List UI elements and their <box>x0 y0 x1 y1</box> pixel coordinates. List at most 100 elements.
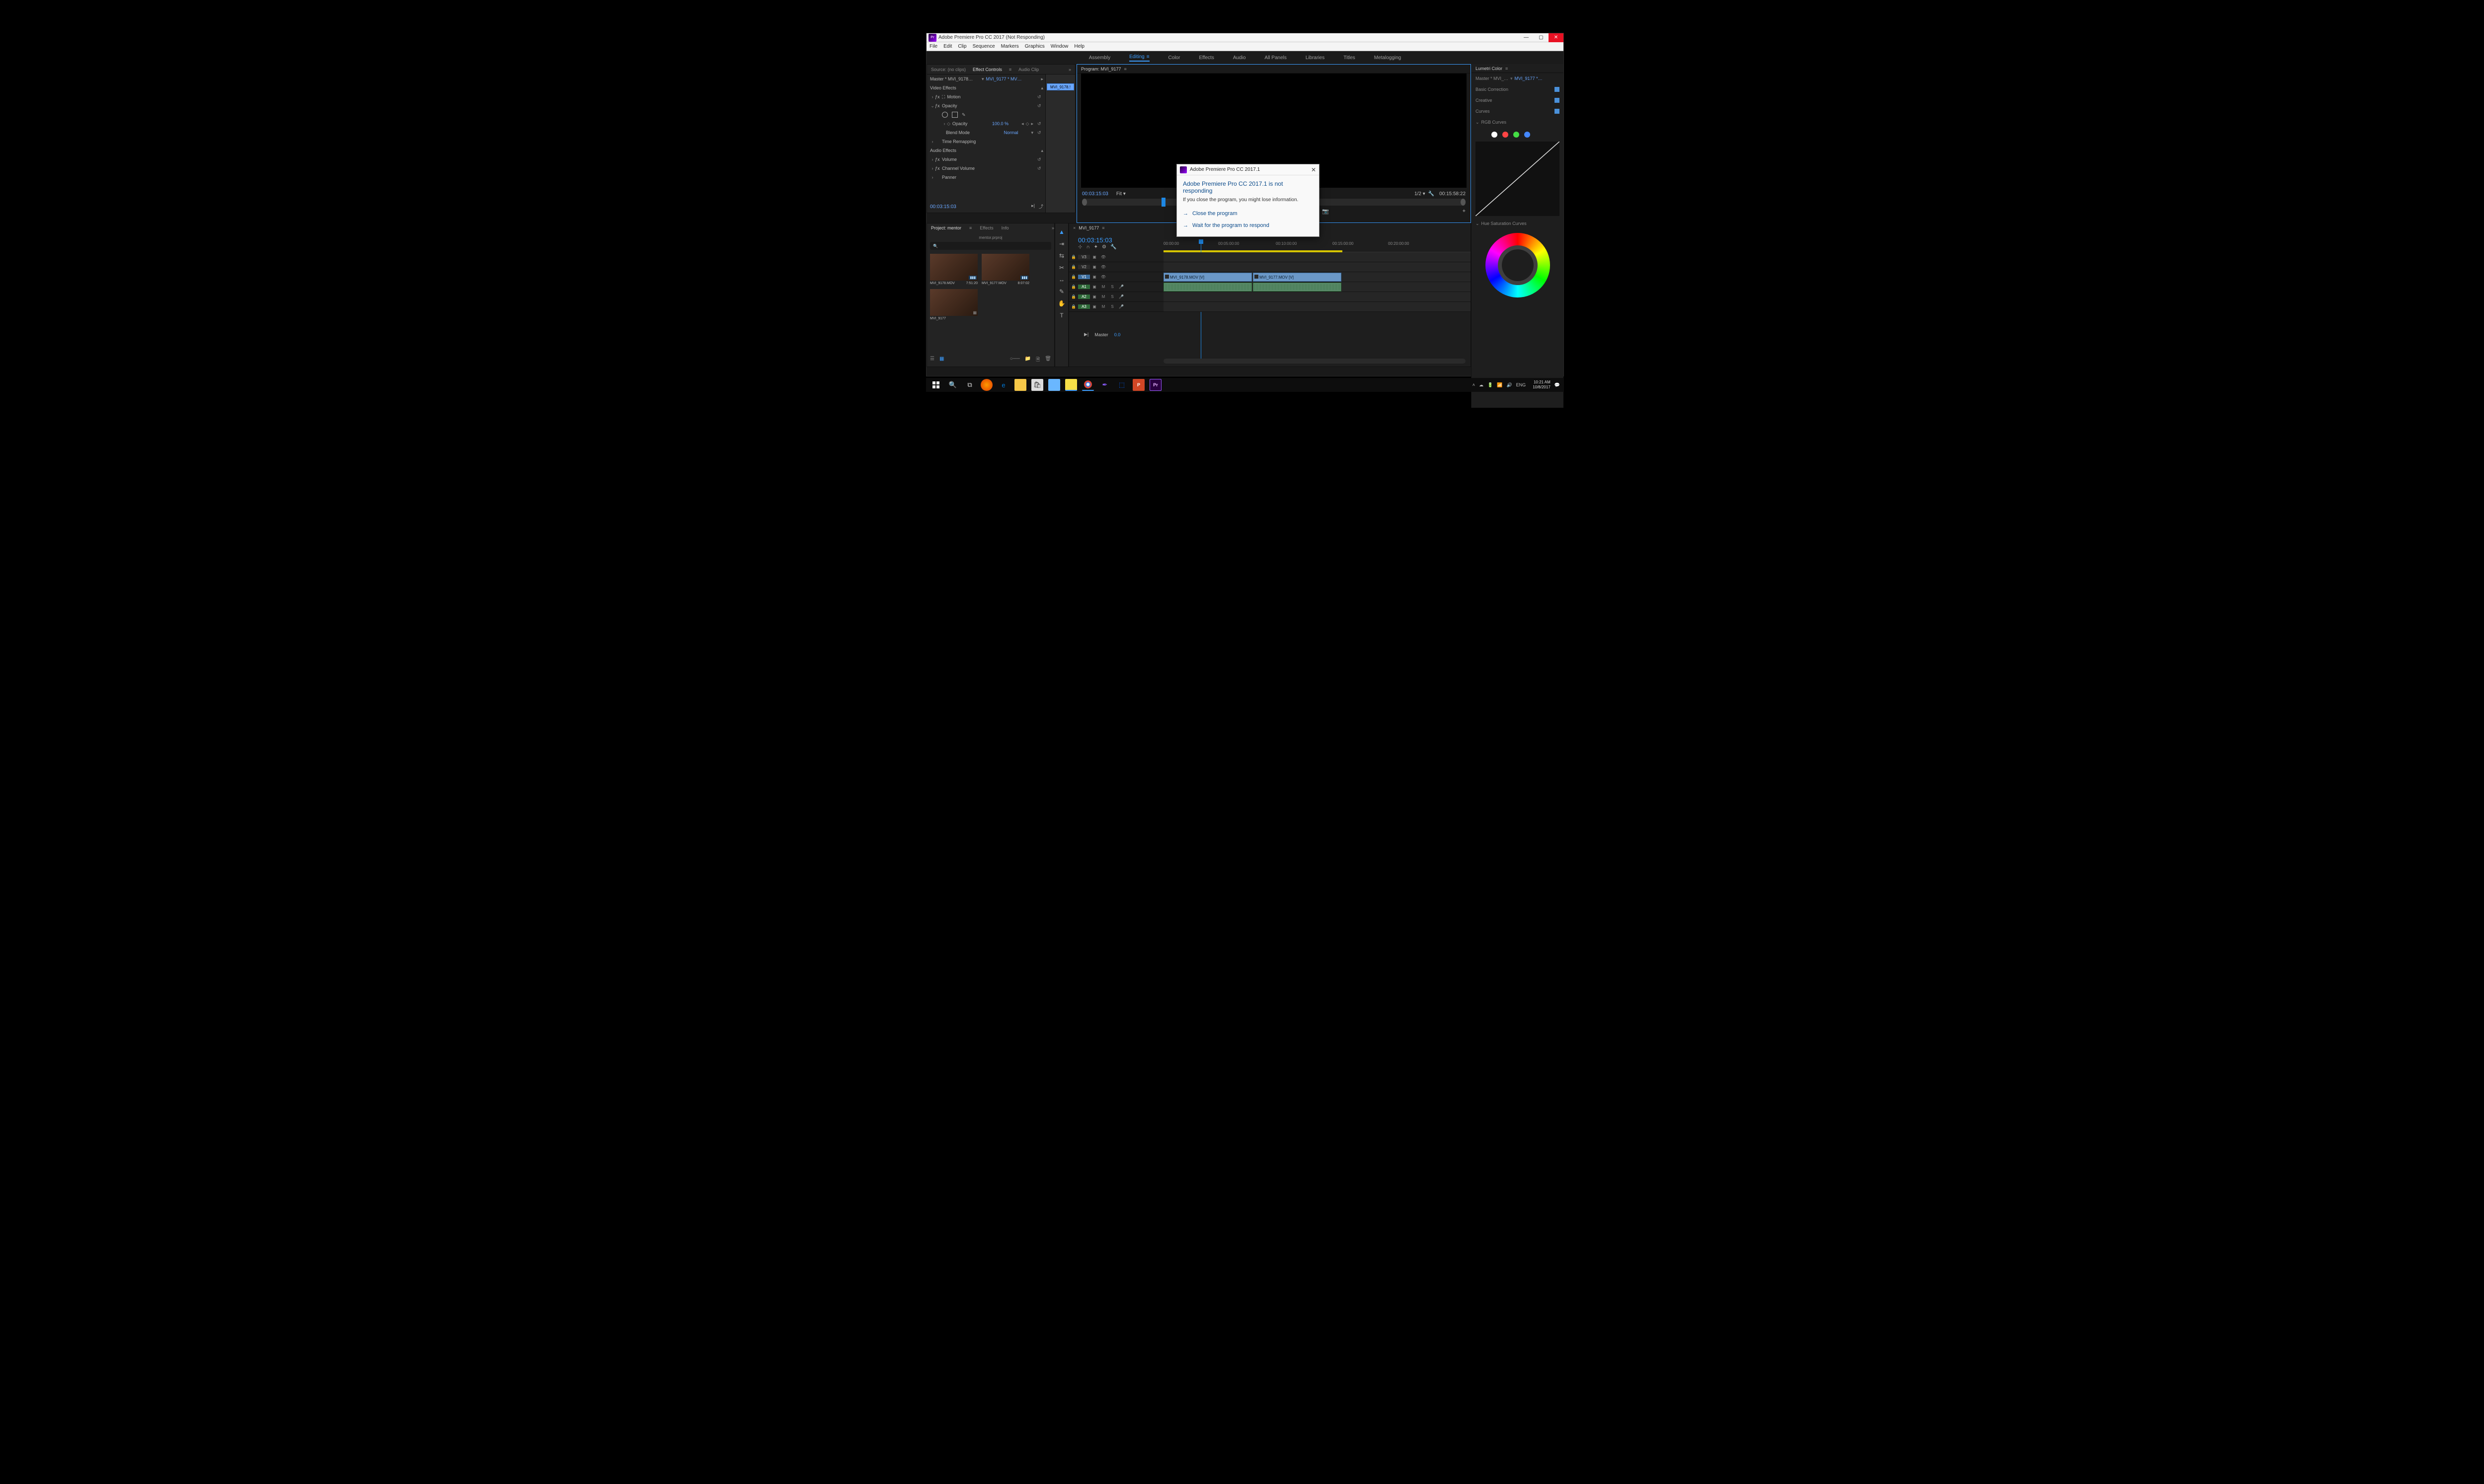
reset-icon[interactable]: ↺ <box>1037 94 1045 100</box>
track-row-v3[interactable] <box>1164 252 1471 262</box>
track-row-a1[interactable] <box>1164 282 1471 292</box>
project-search[interactable]: 🔍 <box>930 242 1051 250</box>
reset-icon[interactable]: ↺ <box>1037 157 1045 162</box>
playhead-marker[interactable] <box>1162 198 1165 207</box>
eye-icon[interactable]: 👁 <box>1099 265 1108 269</box>
search-icon[interactable]: 🔍 <box>947 379 959 391</box>
sequence-tab[interactable]: MVI_9177 <box>1079 225 1099 230</box>
hamburger-icon[interactable]: ≡ <box>1009 67 1011 72</box>
ec-channel-volume[interactable]: Channel Volume <box>942 166 1037 171</box>
workspace-titles[interactable]: Titles <box>1343 55 1355 61</box>
razor-tool-icon[interactable]: ✂ <box>1059 264 1064 271</box>
track-v2[interactable]: V2 <box>1078 265 1090 269</box>
lumetri-rgb-curves[interactable]: RGB Curves <box>1481 120 1507 125</box>
lock-icon[interactable]: 🔒 <box>1069 265 1078 269</box>
battery-icon[interactable]: 🔋 <box>1487 382 1493 388</box>
program-tab[interactable]: Program: MVI_9177 <box>1081 67 1121 72</box>
checkbox-icon[interactable] <box>1554 109 1559 114</box>
lumetri-hue-sat[interactable]: Hue Saturation Curves <box>1481 221 1527 226</box>
tab-info[interactable]: Info <box>1002 225 1009 230</box>
collapse-icon[interactable]: ⌄ <box>930 103 935 109</box>
lock-icon[interactable]: 🔒 <box>1069 275 1078 279</box>
menu-clip[interactable]: Clip <box>958 44 966 49</box>
mute-icon[interactable]: M <box>1099 285 1108 289</box>
sequence-thumbnail[interactable]: ▦ <box>930 289 978 316</box>
task-view-icon[interactable]: ⧉ <box>964 379 976 391</box>
timeline-zoom-bar[interactable] <box>1164 359 1466 364</box>
hamburger-icon[interactable]: ≡ <box>969 225 972 230</box>
toggle-output-icon[interactable]: ▣ <box>1090 265 1099 269</box>
voice-over-icon[interactable]: 🎤 <box>1117 285 1126 289</box>
dialog-close-button[interactable]: ✕ <box>1311 166 1316 173</box>
maximize-button[interactable]: ▢ <box>1534 33 1549 42</box>
overflow-icon[interactable]: » <box>1052 225 1054 230</box>
go-to-out-icon[interactable]: ⤴ <box>1039 203 1043 210</box>
ec-timecode[interactable]: 00:03:15:03 <box>930 204 956 210</box>
toggle-output-icon[interactable]: ▣ <box>1090 285 1099 289</box>
project-clip[interactable]: ▮▮▮ MVI_9177.MOV8:07:02 <box>982 254 1029 285</box>
close-program-option[interactable]: →Close the program <box>1183 208 1313 220</box>
pen-tool-icon[interactable]: ✎ <box>1059 288 1064 295</box>
solo-icon[interactable]: S <box>1108 304 1117 309</box>
hand-tool-icon[interactable]: ✋ <box>1058 300 1066 307</box>
snap-icon[interactable]: ⊹ <box>1078 244 1082 250</box>
solo-icon[interactable]: S <box>1108 285 1117 289</box>
icon-view-icon[interactable]: ▦ <box>939 356 944 365</box>
lock-icon[interactable]: 🔒 <box>1069 295 1078 299</box>
tab-audio-clip[interactable]: Audio Clip <box>1018 67 1039 72</box>
ec-blend-mode-value[interactable]: Normal <box>1004 130 1031 135</box>
solo-icon[interactable]: S <box>1108 295 1117 299</box>
ec-opacity-value[interactable]: 100.0 % <box>992 121 1021 126</box>
add-keyframe-icon[interactable]: ◇ <box>1026 121 1029 127</box>
hamburger-icon[interactable]: ≡ <box>1505 66 1508 71</box>
edge-icon[interactable]: e <box>998 379 1009 391</box>
scroll-handle-left[interactable] <box>1082 199 1087 206</box>
voice-over-icon[interactable]: 🎤 <box>1117 304 1126 309</box>
trash-icon[interactable]: 🗑 <box>1045 356 1051 365</box>
ec-motion[interactable]: Motion <box>947 94 1037 99</box>
wrench-icon[interactable]: 🔧 <box>1428 191 1434 197</box>
go-to-in-icon[interactable]: ▸| <box>1031 203 1035 210</box>
lumetri-curves[interactable]: Curves <box>1475 109 1490 114</box>
project-clip[interactable]: ▮▮▮ MVI_9178.MOV7:51:20 <box>930 254 978 285</box>
selection-tool-icon[interactable]: ▲ <box>1059 228 1065 235</box>
hamburger-icon[interactable]: ≡ <box>1124 67 1127 72</box>
workspace-audio[interactable]: Audio <box>1233 55 1246 61</box>
track-a2[interactable]: A2 <box>1078 295 1090 299</box>
video-clip[interactable]: MVI_9178.MOV [V] <box>1164 273 1252 282</box>
scroll-handle-right[interactable] <box>1461 199 1466 206</box>
track-row-v1[interactable]: MVI_9178.MOV [V] MVI_9177.MOV [V] <box>1164 272 1471 282</box>
chevron-down-icon[interactable]: ⌄ <box>1475 221 1479 226</box>
workspace-color[interactable]: Color <box>1168 55 1180 61</box>
track-a1[interactable]: A1 <box>1078 285 1090 289</box>
lumetri-tab[interactable]: Lumetri Color <box>1475 66 1502 71</box>
add-marker-icon[interactable]: ✦ <box>1094 244 1098 250</box>
program-timecode[interactable]: 00:03:15:03 <box>1082 191 1108 197</box>
fx-badge-icon[interactable]: ƒx <box>935 166 940 171</box>
eye-icon[interactable]: 👁 <box>1099 255 1108 259</box>
ec-volume[interactable]: Volume <box>942 157 1037 162</box>
reset-icon[interactable]: ↺ <box>1037 130 1045 136</box>
menu-graphics[interactable]: Graphics <box>1025 44 1045 49</box>
curve-green-dot[interactable] <box>1513 132 1519 138</box>
start-button[interactable] <box>930 379 942 391</box>
sticky-notes-icon[interactable] <box>1065 379 1077 391</box>
expand-icon[interactable]: › <box>930 175 935 180</box>
toggle-output-icon[interactable]: ▣ <box>1090 275 1099 279</box>
tab-project[interactable]: Project: mentor <box>931 225 961 230</box>
tab-source[interactable]: Source: (no clips) <box>931 67 966 72</box>
playback-res-select[interactable]: 1/2 ▾ <box>1414 191 1425 197</box>
workspace-effects[interactable]: Effects <box>1199 55 1214 61</box>
reset-icon[interactable]: ↺ <box>1037 103 1045 109</box>
menu-sequence[interactable]: Sequence <box>973 44 995 49</box>
video-clip[interactable]: MVI_9177.MOV [V] <box>1253 273 1341 282</box>
lock-icon[interactable]: 🔒 <box>1069 304 1078 309</box>
checkbox-icon[interactable] <box>1554 98 1559 103</box>
next-keyframe-icon[interactable]: ▸ <box>1031 121 1033 127</box>
keyframe-icon[interactable]: ◇ <box>947 121 950 127</box>
timeline-timecode[interactable]: 00:03:15:03 <box>1069 236 1164 244</box>
lock-icon[interactable]: 🔒 <box>1069 285 1078 289</box>
menu-help[interactable]: Help <box>1074 44 1085 49</box>
settings-icon[interactable]: ⚙ <box>1102 244 1106 250</box>
fx-badge-icon[interactable]: ƒx <box>935 103 940 108</box>
